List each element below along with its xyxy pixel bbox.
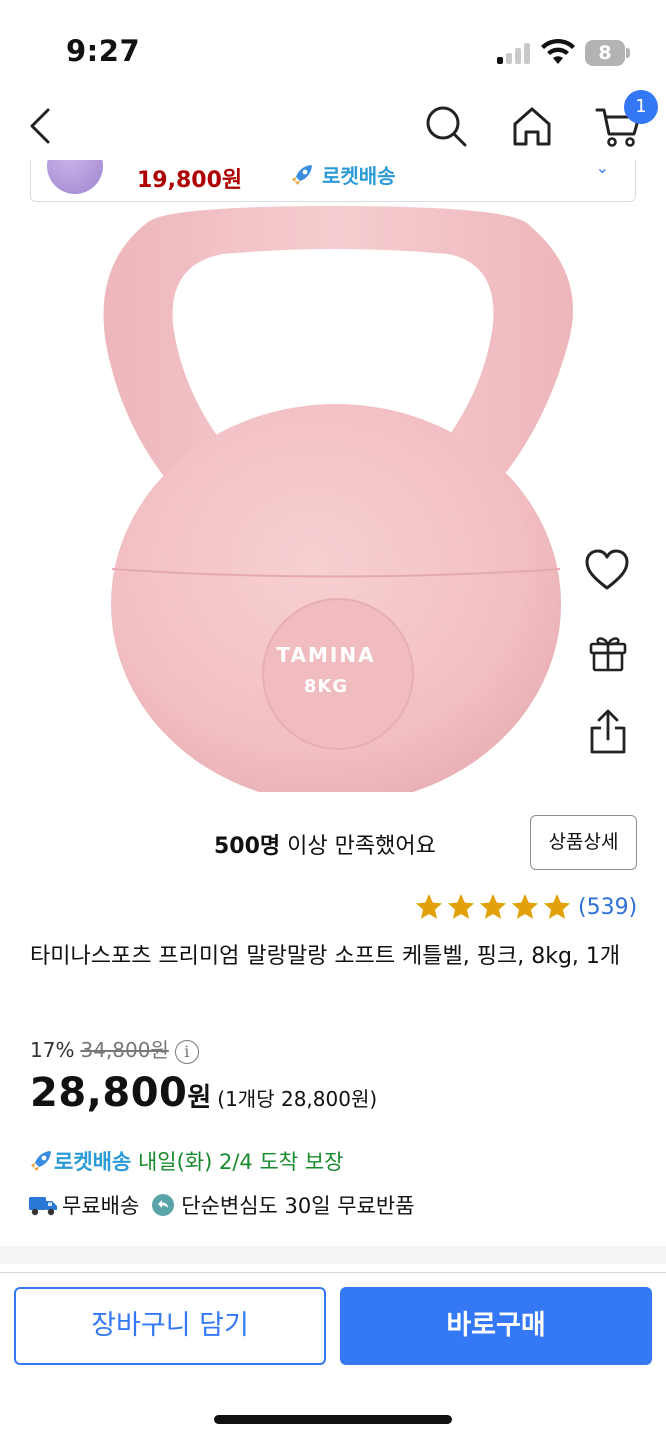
battery-icon: 8	[585, 40, 630, 66]
product-image[interactable]: TAMINA 8KG	[88, 204, 584, 792]
rating-stars	[414, 894, 574, 919]
review-count[interactable]: (539)	[578, 895, 637, 920]
satisfaction-label: 이상 만족했어요	[280, 834, 436, 859]
bottom-bar-border	[0, 1272, 666, 1273]
share-icon[interactable]	[586, 708, 630, 756]
status-bar: 9:27 8	[0, 0, 666, 90]
product-title: 타미나스포츠 프리미엄 말랑말랑 소프트 케틀벨, 핑크, 8kg, 1개	[30, 944, 621, 969]
rocket-icon	[292, 165, 312, 185]
rocket-label: 로켓배송	[321, 164, 396, 188]
info-icon[interactable]: i	[174, 1039, 199, 1064]
return-icon	[152, 1194, 175, 1216]
wifi-icon	[541, 38, 575, 64]
sale-price: 28,800	[30, 1070, 188, 1116]
star-icon	[448, 894, 474, 919]
product-detail-button[interactable]: 상품상세	[530, 815, 637, 870]
truck-icon	[29, 1197, 57, 1216]
star-icon	[416, 894, 442, 919]
cart-count-badge[interactable]: 1	[624, 90, 658, 124]
battery-level: 8	[585, 40, 625, 66]
star-icon	[544, 894, 570, 919]
benefit-row: 무료배송 단순변심도 30일 무료반품	[28, 1190, 415, 1220]
heart-icon[interactable]	[584, 548, 630, 592]
section-divider	[0, 1246, 666, 1264]
search-icon[interactable]	[424, 104, 468, 148]
discount-row: 17% 34,800원 i	[30, 1034, 199, 1064]
chevron-icon: ⌄	[595, 160, 609, 177]
status-time: 9:27	[66, 34, 141, 68]
satisfaction-count: 500명	[214, 834, 281, 859]
satisfaction-text: 500명 이상 만족했어요	[214, 828, 436, 860]
buy-now-button[interactable]: 바로구매	[340, 1287, 652, 1365]
top-nav	[0, 90, 666, 160]
home-icon[interactable]	[510, 104, 554, 148]
original-price: 34,800원	[80, 1038, 169, 1062]
option-rocket-delivery: 로켓배송	[289, 160, 396, 189]
discount-rate: 17%	[30, 1038, 75, 1062]
home-indicator[interactable]	[214, 1415, 452, 1424]
rocket-icon	[31, 1151, 51, 1171]
arrival-guarantee: 내일(화) 2/4 도착 보장	[131, 1150, 344, 1174]
star-icon	[512, 894, 538, 919]
back-arrow-icon[interactable]	[26, 106, 60, 146]
add-to-cart-button[interactable]: 장바구니 담기	[14, 1287, 326, 1365]
star-icon	[480, 894, 506, 919]
free-shipping: 무료배송	[62, 1194, 140, 1218]
rocket-delivery-label: 로켓배송	[54, 1150, 132, 1174]
gift-icon[interactable]	[586, 630, 630, 674]
sticky-option-banner[interactable]: 19,800원 로켓배송 ⌄	[30, 160, 636, 202]
rocket-delivery-row: 로켓배송 내일(화) 2/4 도착 보장	[28, 1146, 343, 1176]
price-currency: 원	[187, 1083, 212, 1113]
option-thumbnail	[47, 160, 103, 194]
free-return: 단순변심도 30일 무료반품	[181, 1194, 415, 1218]
product-weight-text: 8KG	[304, 676, 348, 697]
price-row: 28,800원 (1개당 28,800원)	[30, 1070, 377, 1116]
cellular-signal-icon	[497, 42, 533, 64]
unit-price: (1개당 28,800원)	[217, 1087, 378, 1111]
rating[interactable]: (539)	[414, 892, 637, 924]
product-brand-text: TAMINA	[276, 643, 375, 667]
option-price: 19,800원	[137, 168, 243, 193]
